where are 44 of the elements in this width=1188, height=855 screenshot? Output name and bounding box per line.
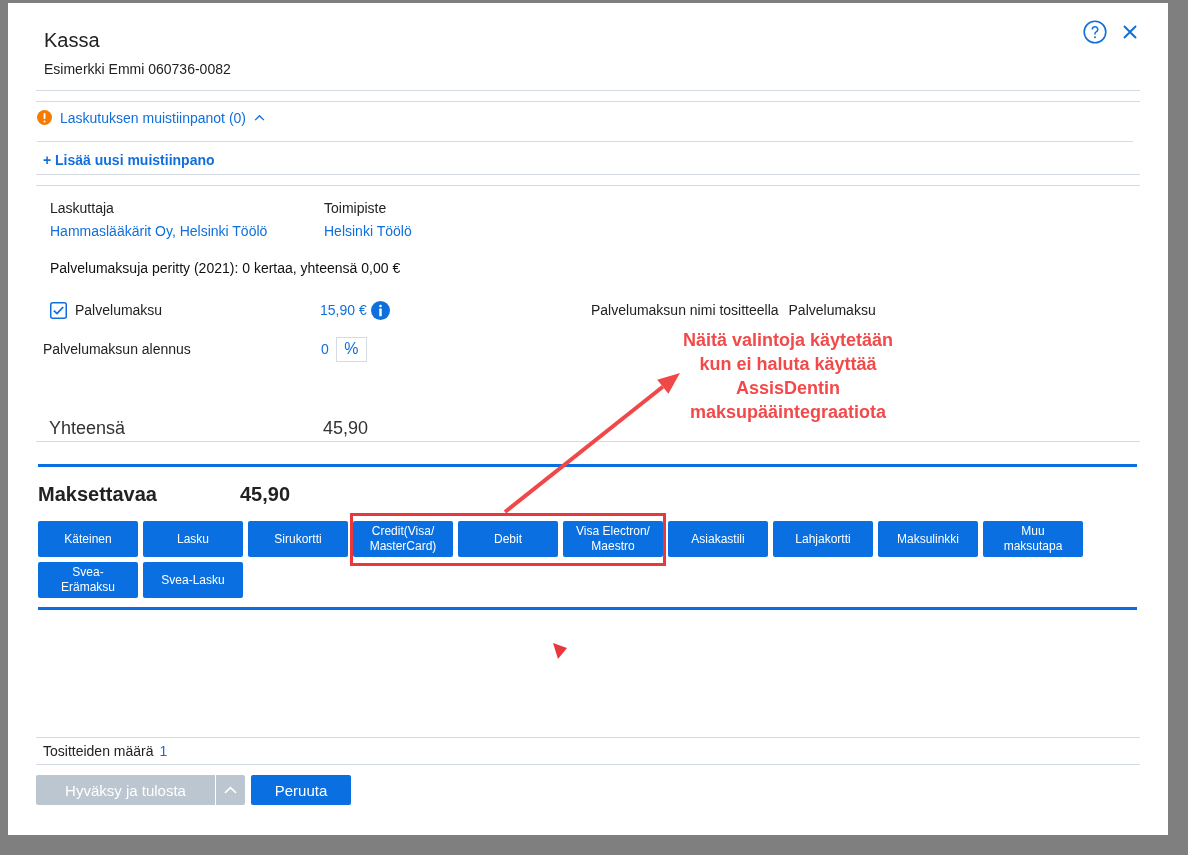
payment-method-button[interactable]: Lasku [143,521,243,557]
annotation-text: Näitä valintoja käytetään kun ei haluta käyttää AssisDentin maksupääintegraatiota [681,329,895,424]
discount-label: Palvelumaksun alennus [43,341,192,357]
payment-method-button[interactable]: Käteinen [38,521,138,557]
receipt-name-value: Palvelumaksu [788,302,876,318]
amount-due-label: Maksettavaa [38,482,158,506]
service-fee-amount-link[interactable]: 15,90 € [320,302,367,318]
total-value: 45,90 [323,417,369,439]
chevron-icon [224,786,237,794]
payment-method-button[interactable]: Asiakastili [668,521,768,557]
checkbox[interactable] [50,301,67,319]
payment-method-button[interactable]: Credit(Visa/ MasterCard) [353,521,453,557]
warning-icon [37,110,52,125]
amount-due-value: 45,90 [240,482,291,506]
chevron-icon [254,114,265,121]
receipt-count-link[interactable]: 1 [159,743,168,759]
receipt-count-label: Tositteiden määrä [43,743,154,759]
notes-toggle[interactable]: Laskutuksen muistiinpanot (0) [60,109,265,126]
payment-method-button[interactable]: Maksulinkki [878,521,978,557]
add-note-link[interactable]: + Lisää uusi muistiinpano [43,152,215,168]
fees-info-text: Palvelumaksuja peritty (2021): 0 kertaa, yhteensä 0,00 € [50,259,402,278]
field-value-link[interactable]: Helsinki Töölö [324,220,412,242]
payment-method-button[interactable]: Debit [458,521,558,557]
percent-toggle[interactable]: % [335,336,367,362]
field-label: Laskuttaja [50,199,115,218]
field-value-link[interactable]: Hammaslääkärit Oy, Helsinki Töölö [50,220,324,242]
payment-method-button[interactable]: Visa Electron/ Maestro [563,521,663,557]
patient-name: Esimerkki Emmi 060736-0082 [44,60,231,79]
dialog-title: Kassa [44,28,101,53]
payment-method-button[interactable]: Muu maksutapa [983,521,1083,557]
close-icon[interactable] [1123,25,1137,39]
payment-method-button[interactable]: Svea-Erämaksu [38,562,138,598]
payment-method-button[interactable]: Lahjakortti [773,521,873,557]
help-icon[interactable] [1083,20,1107,44]
service-fee-label: Palvelumaksu [75,302,163,318]
total-label: Yhteensä [49,417,127,439]
receipt-name-label: Palvelumaksun nimi tositteella [591,302,779,318]
payment-method-button[interactable]: Sirukortti [248,521,348,557]
info-icon[interactable] [370,300,390,320]
payment-method-button[interactable]: Svea-Lasku [143,562,243,598]
discount-value-link[interactable]: 0 [321,341,329,357]
cancel-button[interactable]: Peruuta [251,775,351,805]
pointer-icon [553,643,567,659]
field-label: Toimipiste [324,199,388,218]
